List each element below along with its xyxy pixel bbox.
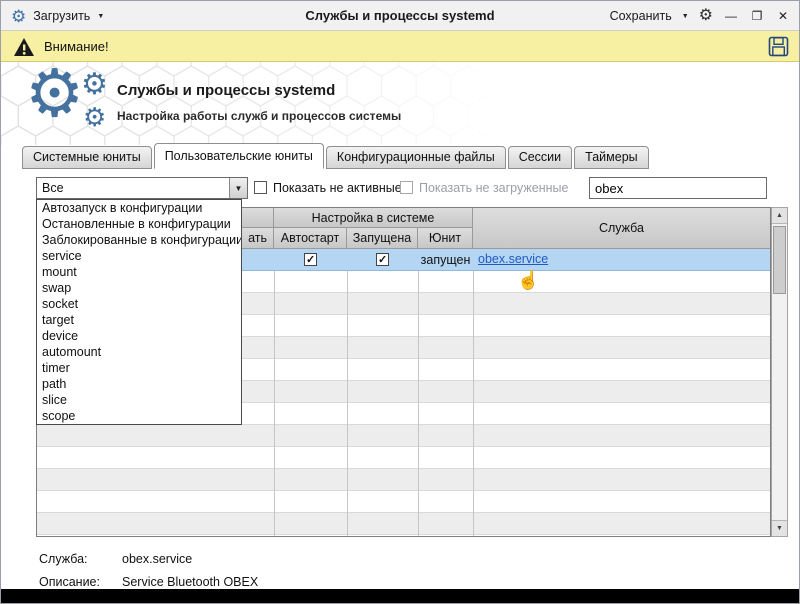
detail-description-label: Описание: <box>39 575 100 589</box>
dropdown-option[interactable]: target <box>37 312 241 328</box>
page-header: Службы и процессы systemd Настройка рабо… <box>1 62 799 145</box>
dropdown-option[interactable]: slice <box>37 392 241 408</box>
show-unloaded-label: Показать не загруженные <box>419 181 569 195</box>
settings-gear-icon[interactable] <box>699 8 713 24</box>
dropdown-option[interactable]: device <box>37 328 241 344</box>
detail-service-value: obex.service <box>122 552 193 566</box>
column-group-system: Настройка в системе <box>274 208 473 228</box>
dropdown-option[interactable]: scope <box>37 408 241 424</box>
unit-filter-dropdown: Автозапуск в конфигурации Остановленные … <box>36 199 242 425</box>
close-icon[interactable] <box>775 1 791 31</box>
dropdown-option[interactable]: service <box>37 248 241 264</box>
save-button[interactable]: Сохранить <box>610 9 672 23</box>
column-header-service[interactable]: Служба <box>473 208 770 249</box>
tab-bar: Системные юниты Пользовательские юниты К… <box>22 143 651 169</box>
dropdown-option[interactable]: automount <box>37 344 241 360</box>
unit-state-cell: запущен <box>420 253 471 267</box>
search-input[interactable] <box>589 177 767 199</box>
scrollbar-thumb[interactable] <box>773 226 786 294</box>
column-divider <box>473 249 474 536</box>
app-window: Загрузить Службы и процессы systemd Сохр… <box>0 0 800 604</box>
hexagon-fade <box>1 62 799 145</box>
unit-filter-select[interactable]: Все <box>36 177 248 199</box>
maximize-icon[interactable] <box>749 1 765 31</box>
page-subtitle: Настройка работы служб и процессов систе… <box>117 109 402 123</box>
service-link[interactable]: obex.service <box>478 252 548 266</box>
table-scrollbar[interactable] <box>771 207 788 537</box>
app-logo-gears-icon <box>25 66 120 142</box>
dropdown-option[interactable]: Автозапуск в конфигурации <box>37 200 241 216</box>
column-header-autostart[interactable]: Автостарт <box>274 228 347 249</box>
unit-filter-value: Все <box>42 181 64 195</box>
tab-config-files[interactable]: Конфигурационные файлы <box>325 146 506 169</box>
detail-description-value: Service Bluetooth OBEX <box>122 575 259 589</box>
warning-triangle-icon <box>14 37 34 56</box>
detail-service-label: Служба: <box>39 552 88 566</box>
show-inactive-label: Показать не активные <box>273 181 402 195</box>
warning-label: Внимание! <box>44 39 109 54</box>
dropdown-option[interactable]: Заблокированные в конфигурации <box>37 232 241 248</box>
scroll-up-icon[interactable] <box>772 208 787 224</box>
combo-dropdown-button[interactable] <box>229 178 247 198</box>
tab-sessions[interactable]: Сессии <box>507 146 573 169</box>
warning-bar: Внимание! <box>1 31 799 62</box>
gear-large-icon <box>25 62 84 126</box>
dropdown-option[interactable]: Остановленные в конфигурации <box>37 216 241 232</box>
dropdown-option[interactable]: mount <box>37 264 241 280</box>
show-unloaded-checkbox[interactable] <box>400 181 413 194</box>
show-inactive-checkbox[interactable] <box>254 181 267 194</box>
column-header-unit[interactable]: Юнит <box>418 228 473 249</box>
column-divider <box>347 249 348 536</box>
tab-user-units[interactable]: Пользовательские юниты <box>153 143 324 169</box>
column-divider <box>274 249 275 536</box>
dropdown-option[interactable]: socket <box>37 296 241 312</box>
autostart-checkbox[interactable] <box>304 253 317 266</box>
gear-medium-icon <box>83 104 106 130</box>
titlebar-right: Сохранить <box>610 1 791 31</box>
page-title: Службы и процессы systemd <box>117 82 336 99</box>
bottom-strip <box>1 589 799 603</box>
caret-down-icon[interactable] <box>682 7 689 25</box>
column-divider <box>418 249 419 536</box>
titlebar: Загрузить Службы и процессы systemd Сохр… <box>1 1 799 31</box>
minimize-icon[interactable] <box>723 1 739 31</box>
dropdown-option[interactable]: swap <box>37 280 241 296</box>
scroll-down-icon[interactable] <box>772 520 787 536</box>
tab-timers[interactable]: Таймеры <box>574 146 649 169</box>
tab-system-units[interactable]: Системные юниты <box>22 146 152 169</box>
hand-cursor-icon <box>517 270 539 291</box>
running-checkbox[interactable] <box>376 253 389 266</box>
floppy-save-icon <box>768 36 789 57</box>
dropdown-option[interactable]: path <box>37 376 241 392</box>
dropdown-option[interactable]: timer <box>37 360 241 376</box>
gear-small-icon <box>81 70 108 100</box>
column-header-running[interactable]: Запущена <box>347 228 418 249</box>
save-config-button[interactable] <box>768 36 789 62</box>
